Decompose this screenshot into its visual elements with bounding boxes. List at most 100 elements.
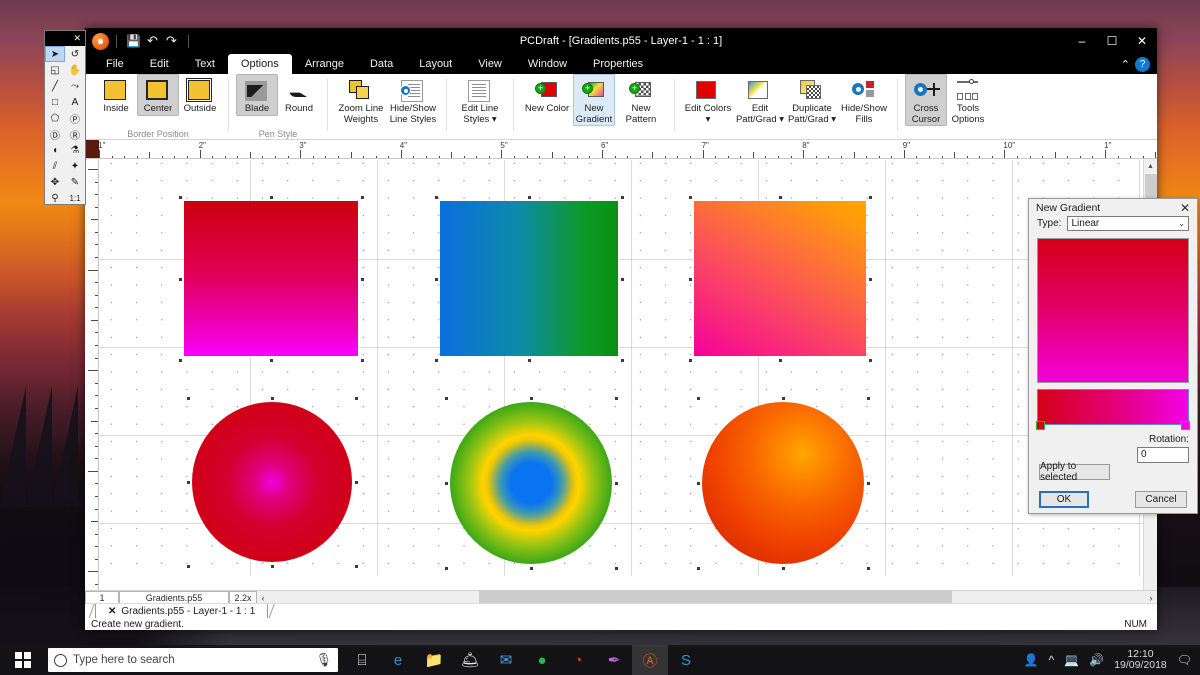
ribbon-button-new-color[interactable]: + New Color [521, 74, 573, 115]
scroll-up-arrow-icon[interactable]: ▲ [1144, 159, 1157, 173]
rotate-tool[interactable]: ↺ [65, 46, 85, 62]
menu-window[interactable]: Window [515, 54, 580, 74]
clock[interactable]: 12:10 19/09/2018 [1114, 649, 1167, 671]
collapse-ribbon-chevron-icon[interactable]: ⌃ [1121, 58, 1130, 71]
circle-orange-sphere[interactable] [702, 402, 864, 564]
ribbon-button-tools-options[interactable]: Tools Options [947, 74, 989, 125]
eyedropper-tool[interactable]: ✎ [65, 174, 85, 190]
ribbon-button-round[interactable]: Round [278, 74, 320, 115]
ribbon-button-new-gradient[interactable]: + New Gradient [573, 74, 615, 126]
polyline-tool[interactable]: ⤳ [65, 78, 85, 94]
ribbon-button-center[interactable]: Center [137, 74, 179, 116]
network-icon[interactable]: 💻 [1064, 653, 1079, 667]
magnifier-tool[interactable]: ⚲ [45, 190, 65, 206]
rect-red-magenta[interactable] [184, 201, 358, 356]
hatch-tool[interactable]: ⫽ [45, 158, 65, 174]
microsoft-edge-taskbar-button[interactable]: e [380, 645, 416, 675]
symbol-tool[interactable]: ⚗ [65, 142, 85, 158]
horizontal-ruler[interactable]: 1"2"3"4"5"6"7"8"9"10"1" [85, 140, 1157, 159]
star-tool[interactable]: ✦ [65, 158, 85, 174]
dialog-close-icon[interactable]: ✕ [1177, 201, 1193, 215]
skype-taskbar-button[interactable]: S [668, 645, 704, 675]
menu-arrange[interactable]: Arrange [292, 54, 357, 74]
hand-tool[interactable]: ✋ [65, 62, 85, 78]
undo-icon[interactable]: ↶ [143, 32, 162, 51]
rectangle-tool[interactable]: □ [45, 94, 65, 110]
google-chrome-taskbar-button[interactable]: ● [524, 645, 560, 675]
paint-app-taskbar-button[interactable]: ✒ [596, 645, 632, 675]
ribbon-button-edit-colors[interactable]: Edit Colors ▾ [682, 74, 734, 125]
menu-properties[interactable]: Properties [580, 54, 656, 74]
hscroll-left-arrow-icon[interactable]: ‹ [257, 593, 269, 603]
ribbon-button-edit-line-styles[interactable]: Edit Line Styles ▾ [454, 74, 506, 125]
gradient-stop-right[interactable] [1181, 421, 1190, 430]
photo-editor-taskbar-button[interactable]: ◔ [560, 645, 596, 675]
task-view-taskbar-button[interactable]: ⌸ [344, 645, 380, 675]
ribbon-button-edit-patt-grad[interactable]: Edit Patt/Grad ▾ [734, 74, 786, 125]
show-hidden-icons-chevron[interactable]: ^ [1049, 653, 1055, 667]
file-explorer-taskbar-button[interactable]: 📁 [416, 645, 452, 675]
search-input[interactable]: Type here to search 🎙 [48, 648, 338, 672]
circle-magenta-red[interactable] [192, 402, 352, 562]
mail-app-taskbar-button[interactable]: ✉ [488, 645, 524, 675]
text-tool[interactable]: A [65, 94, 85, 110]
close-button[interactable]: ✕ [1127, 28, 1157, 54]
ribbon-button-outside[interactable]: Outside [179, 74, 221, 115]
menu-data[interactable]: Data [357, 54, 406, 74]
line-tool[interactable]: ╱ [45, 78, 65, 94]
maximize-button[interactable]: ☐ [1097, 28, 1127, 54]
polygon-tool[interactable]: ⬠ [45, 110, 65, 126]
menu-edit[interactable]: Edit [137, 54, 182, 74]
ribbon-button-new-pattern[interactable]: + New Pattern [615, 74, 667, 125]
snap-tool[interactable]: ✥ [45, 174, 65, 190]
people-icon[interactable]: 👤 [1024, 653, 1039, 667]
drawing-canvas[interactable] [100, 160, 1143, 576]
redo-icon[interactable]: ↷ [162, 32, 181, 51]
select-arrow-tool[interactable]: ➤ [45, 46, 65, 62]
volume-icon[interactable]: 🔊 [1089, 653, 1104, 667]
dimension-tool[interactable]: Ⓓ [45, 126, 65, 142]
microsoft-store-taskbar-button[interactable]: 🛎 [452, 645, 488, 675]
save-icon[interactable]: 💾 [124, 32, 143, 51]
menu-layout[interactable]: Layout [406, 54, 465, 74]
vertical-ruler[interactable] [85, 159, 99, 590]
ribbon-button-zoom-line-weights[interactable]: Zoom Line Weights [335, 74, 387, 125]
apply-to-selected-button[interactable]: Apply to selected [1039, 464, 1110, 480]
menu-file[interactable]: File [93, 54, 137, 74]
gradient-stop-left[interactable] [1036, 421, 1045, 430]
hscroll-right-arrow-icon[interactable]: › [1145, 593, 1157, 603]
start-button[interactable] [0, 645, 46, 675]
circle-blue-yellow-green[interactable] [450, 402, 612, 564]
pcdraft-app-taskbar-button[interactable]: Ⓐ [632, 645, 668, 675]
action-center-icon[interactable]: 🗨 [1177, 653, 1192, 667]
ribbon-button-duplicate-patt-grad[interactable]: Duplicate Patt/Grad ▾ [786, 74, 838, 125]
parallel-tool[interactable]: Ⓟ [65, 110, 85, 126]
ribbon-button-hide-show-fills[interactable]: Hide/Show Fills [838, 74, 890, 125]
gradient-stop-bar[interactable] [1037, 389, 1189, 425]
ribbon-button-cross-cursor[interactable]: Cross Cursor [905, 74, 947, 126]
rotation-input[interactable]: 0 [1137, 447, 1189, 463]
rect-pink-orange[interactable] [694, 201, 866, 356]
ribbon-button-hide-show-line-styles[interactable]: Hide/Show Line Styles [387, 74, 439, 125]
curve-tool[interactable]: ◖ [45, 142, 65, 158]
document-tab[interactable]: ✕ Gradients.p55 - Layer-1 - 1 : 1 [95, 604, 268, 619]
radius-tool[interactable]: Ⓡ [65, 126, 85, 142]
menu-options[interactable]: Options [228, 54, 292, 74]
pan-area-tool[interactable]: ◱ [45, 62, 65, 78]
help-button[interactable]: ? [1135, 57, 1150, 72]
tool-palette-close-icon[interactable]: ✕ [73, 33, 85, 44]
microphone-icon[interactable]: 🎙 [315, 652, 332, 668]
minimize-button[interactable]: – [1067, 28, 1097, 54]
ok-button[interactable]: OK [1039, 491, 1089, 508]
gradient-type-select[interactable]: Linear ⌄ [1067, 216, 1189, 231]
rect-blue-green[interactable] [440, 201, 618, 356]
ruler-label: 9" [903, 141, 910, 150]
zoom-1to1-tool[interactable]: 1:1 [65, 190, 85, 206]
menu-text[interactable]: Text [182, 54, 228, 74]
ribbon-button-blade[interactable]: Blade [236, 74, 278, 116]
cancel-button[interactable]: Cancel [1135, 491, 1187, 508]
vertical-scroll-thumb[interactable] [1145, 174, 1157, 198]
menu-view[interactable]: View [465, 54, 515, 74]
ribbon-button-inside[interactable]: Inside [95, 74, 137, 115]
close-tab-icon[interactable]: ✕ [108, 606, 116, 617]
